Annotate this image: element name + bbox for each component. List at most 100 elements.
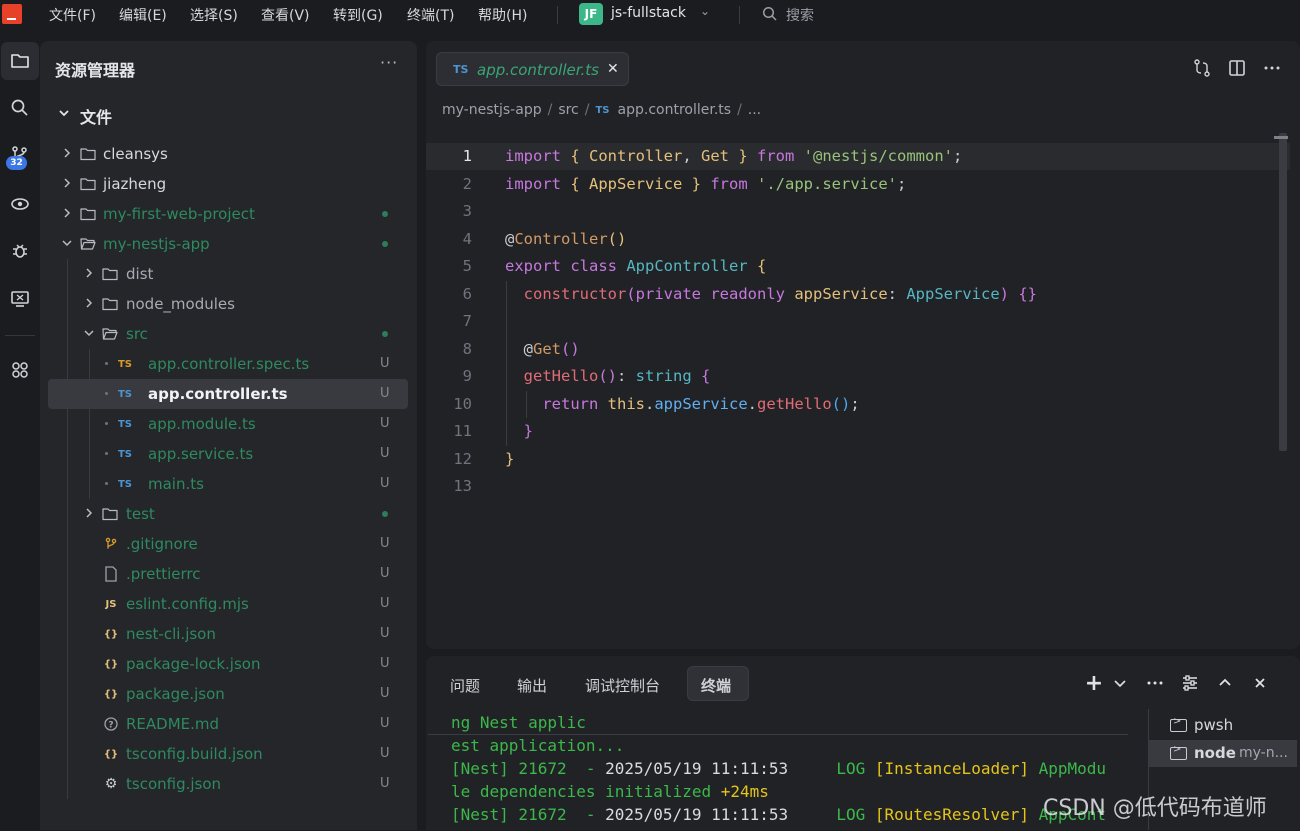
code-line[interactable]: 8 @Get(): [426, 336, 1290, 363]
close-panel-icon[interactable]: [1251, 674, 1269, 692]
project-name[interactable]: js-fullstack: [611, 5, 686, 21]
remote-display-icon[interactable]: [1, 280, 39, 318]
terminal-item-pwsh[interactable]: pwsh: [1149, 712, 1297, 739]
tree-folder[interactable]: node_modules: [48, 289, 408, 319]
search-icon[interactable]: [762, 6, 778, 22]
chevron-down-icon[interactable]: [62, 238, 72, 248]
explorer-icon[interactable]: [1, 42, 39, 80]
tree-file[interactable]: ? README.md U: [48, 709, 408, 739]
chevron-right-icon[interactable]: [62, 208, 72, 218]
code-editor[interactable]: 1 import { Controller, Get } from '@nestj…: [426, 143, 1300, 523]
tree-file[interactable]: TS app.controller.spec.ts U: [48, 349, 408, 379]
app-logo[interactable]: [2, 4, 22, 24]
menu-go[interactable]: 转到(G): [333, 5, 383, 25]
tab-terminal[interactable]: 终端: [701, 675, 731, 696]
code-token: @: [505, 339, 533, 358]
code-text: return this.appService.getHello();: [505, 394, 859, 413]
chevron-down-icon[interactable]: [58, 107, 70, 119]
search-icon[interactable]: [1, 89, 39, 127]
more-actions-icon[interactable]: [1262, 58, 1282, 78]
chevron-right-icon[interactable]: [62, 148, 72, 158]
code-line[interactable]: 7: [426, 308, 1290, 335]
chevron-right-icon[interactable]: [84, 508, 94, 518]
more-actions-icon[interactable]: [1146, 674, 1164, 692]
tree-file[interactable]: {} nest-cli.json U: [48, 619, 408, 649]
tree-file[interactable]: TS app.module.ts U: [48, 409, 408, 439]
editor-tab-active[interactable]: TS app.controller.ts ✕: [436, 52, 629, 86]
menu-selection[interactable]: 选择(S): [190, 5, 238, 25]
code-line[interactable]: 11 }: [426, 418, 1290, 445]
tree-folder[interactable]: jiazheng: [48, 169, 408, 199]
tree-file[interactable]: TS app.controller.ts U: [48, 379, 408, 409]
tree-folder[interactable]: my-first-web-project: [48, 199, 408, 229]
tree-file[interactable]: ⚙ tsconfig.json U: [48, 769, 408, 799]
code-line[interactable]: 13: [426, 473, 1290, 500]
terminal-cwd: my-n...: [1239, 745, 1288, 761]
layout-settings-icon[interactable]: [1181, 674, 1199, 692]
code-line[interactable]: 9 getHello(): string {: [426, 363, 1290, 390]
scm-count-badge: 32: [6, 156, 27, 170]
editor-scrollbar[interactable]: [1279, 133, 1287, 451]
code-token: getHello: [757, 394, 832, 413]
code-token: {: [570, 174, 589, 193]
menu-edit[interactable]: 编辑(E): [119, 5, 167, 25]
breadcrumb-item[interactable]: app.controller.ts: [618, 102, 732, 118]
chevron-down-icon[interactable]: [84, 328, 94, 338]
tab-debug-console[interactable]: 调试控制台: [585, 675, 660, 696]
tree-folder[interactable]: cleansys: [48, 139, 408, 169]
tree-file[interactable]: TS app.service.ts U: [48, 439, 408, 469]
tree-file[interactable]: {} tsconfig.build.json U: [48, 739, 408, 769]
remote-explorer-icon[interactable]: [1, 185, 39, 223]
tab-output[interactable]: 输出: [517, 675, 547, 696]
split-editor-icon[interactable]: [1227, 58, 1247, 78]
extensions-icon[interactable]: [1, 351, 39, 389]
workspace-section-title[interactable]: 文件: [80, 104, 112, 128]
code-line[interactable]: 12}: [426, 446, 1290, 473]
git-status-badge: U: [380, 446, 390, 461]
tab-problems[interactable]: 问题: [450, 675, 480, 696]
chevron-down-icon[interactable]: ⌄: [700, 4, 710, 18]
menu-help[interactable]: 帮助(H): [478, 5, 527, 25]
code-token: './app.service': [757, 174, 897, 193]
tree-item-label: app.controller.ts: [148, 385, 288, 403]
code-line[interactable]: 6 constructor(private readonly appServic…: [426, 281, 1290, 308]
close-icon[interactable]: ✕: [607, 61, 619, 77]
code-line[interactable]: 10 return this.appService.getHello();: [426, 391, 1290, 418]
breadcrumb-item[interactable]: my-nestjs-app: [442, 102, 542, 118]
compare-changes-icon[interactable]: [1192, 58, 1212, 78]
more-actions-icon[interactable]: ···: [380, 53, 398, 72]
menu-terminal[interactable]: 终端(T): [407, 5, 454, 25]
tree-file[interactable]: JS eslint.config.mjs U: [48, 589, 408, 619]
code-token: :: [617, 367, 636, 385]
new-terminal-icon[interactable]: +: [1085, 671, 1103, 696]
breadcrumb-item[interactable]: src: [558, 102, 578, 118]
code-token: {: [691, 367, 711, 385]
code-line[interactable]: 4 @Controller(): [426, 226, 1290, 253]
code-line[interactable]: 1 import { Controller, Get } from '@nestj…: [426, 143, 1290, 170]
tree-folder[interactable]: src: [48, 319, 408, 349]
code-line[interactable]: 3: [426, 198, 1290, 225]
terminal-item-node[interactable]: node my-n...: [1149, 740, 1297, 767]
tree-folder[interactable]: my-nestjs-app: [48, 229, 408, 259]
chevron-right-icon[interactable]: [84, 268, 94, 278]
tree-bullet: [105, 482, 108, 485]
tree-file[interactable]: .gitignore U: [48, 529, 408, 559]
chevron-right-icon[interactable]: [62, 178, 72, 188]
code-line[interactable]: 5 export class AppController {: [426, 253, 1290, 280]
debug-icon[interactable]: [1, 232, 39, 270]
tree-file[interactable]: {} package.json U: [48, 679, 408, 709]
maximize-panel-icon[interactable]: [1216, 674, 1234, 692]
menu-view[interactable]: 查看(V): [261, 5, 310, 25]
tree-folder[interactable]: dist: [48, 259, 408, 289]
menu-file[interactable]: 文件(F): [49, 5, 96, 25]
command-search[interactable]: 搜索: [786, 5, 814, 25]
chevron-down-icon[interactable]: [1111, 674, 1129, 692]
tree-file[interactable]: .prettierrc U: [48, 559, 408, 589]
project-avatar[interactable]: JF: [579, 3, 603, 25]
code-line[interactable]: 2 import { AppService } from './app.servi…: [426, 171, 1290, 198]
breadcrumb-item[interactable]: ...: [748, 102, 761, 118]
tree-folder[interactable]: test: [48, 499, 408, 529]
chevron-right-icon[interactable]: [84, 298, 94, 308]
tree-file[interactable]: {} package-lock.json U: [48, 649, 408, 679]
tree-file[interactable]: TS main.ts U: [48, 469, 408, 499]
